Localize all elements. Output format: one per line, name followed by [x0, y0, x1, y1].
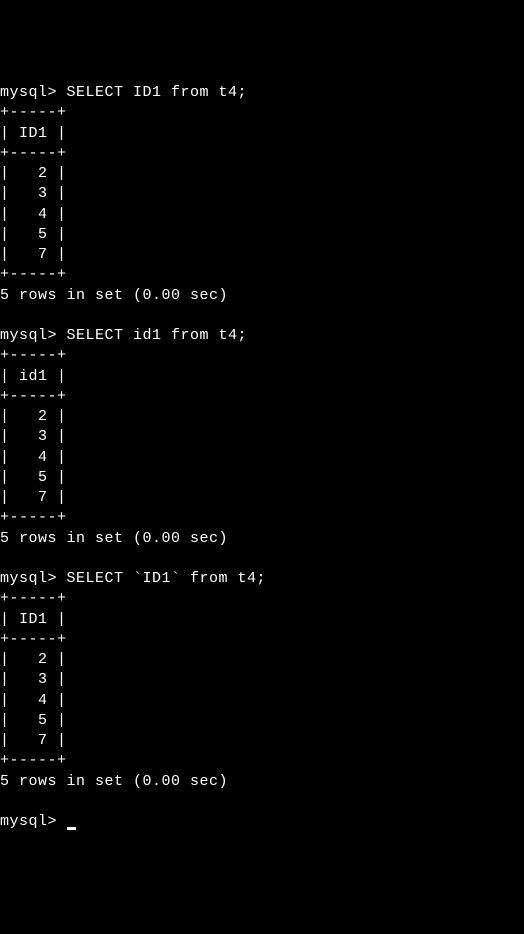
table-border: +-----+	[0, 630, 524, 650]
table-border: +-----+	[0, 144, 524, 164]
table-row: | 2 |	[0, 164, 524, 184]
table-row: | 7 |	[0, 245, 524, 265]
mysql-prompt: mysql>	[0, 570, 67, 587]
table-row: | 4 |	[0, 448, 524, 468]
table-border: +-----+	[0, 346, 524, 366]
table-border: +-----+	[0, 103, 524, 123]
table-row: | 3 |	[0, 184, 524, 204]
table-row: | 4 |	[0, 205, 524, 225]
table-border: +-----+	[0, 508, 524, 528]
table-header: | ID1 |	[0, 124, 524, 144]
blank-line	[0, 792, 524, 812]
query-line-0: mysql> SELECT ID1 from t4;	[0, 83, 524, 103]
status-line: 5 rows in set (0.00 sec)	[0, 286, 524, 306]
sql-statement: SELECT ID1 from t4;	[67, 84, 248, 101]
blank-line	[0, 306, 524, 326]
table-header: | id1 |	[0, 367, 524, 387]
active-prompt-line[interactable]: mysql>	[0, 812, 524, 832]
table-row: | 5 |	[0, 225, 524, 245]
mysql-prompt: mysql>	[0, 327, 67, 344]
mysql-prompt: mysql>	[0, 84, 67, 101]
table-border: +-----+	[0, 387, 524, 407]
sql-statement: SELECT `ID1` from t4;	[67, 570, 267, 587]
table-row: | 2 |	[0, 650, 524, 670]
sql-statement: SELECT id1 from t4;	[67, 327, 248, 344]
table-row: | 5 |	[0, 468, 524, 488]
table-row: | 2 |	[0, 407, 524, 427]
blank-line	[0, 549, 524, 569]
status-line: 5 rows in set (0.00 sec)	[0, 529, 524, 549]
mysql-prompt: mysql>	[0, 813, 67, 830]
table-row: | 7 |	[0, 488, 524, 508]
query-line-1: mysql> SELECT id1 from t4;	[0, 326, 524, 346]
terminal-output: mysql> SELECT ID1 from t4;+-----+| ID1 |…	[0, 83, 524, 832]
query-line-2: mysql> SELECT `ID1` from t4;	[0, 569, 524, 589]
table-row: | 7 |	[0, 731, 524, 751]
table-border: +-----+	[0, 751, 524, 771]
table-row: | 4 |	[0, 691, 524, 711]
cursor-icon	[67, 827, 76, 830]
table-border: +-----+	[0, 265, 524, 285]
table-header: | ID1 |	[0, 610, 524, 630]
table-row: | 5 |	[0, 711, 524, 731]
table-row: | 3 |	[0, 670, 524, 690]
table-border: +-----+	[0, 589, 524, 609]
status-line: 5 rows in set (0.00 sec)	[0, 772, 524, 792]
table-row: | 3 |	[0, 427, 524, 447]
